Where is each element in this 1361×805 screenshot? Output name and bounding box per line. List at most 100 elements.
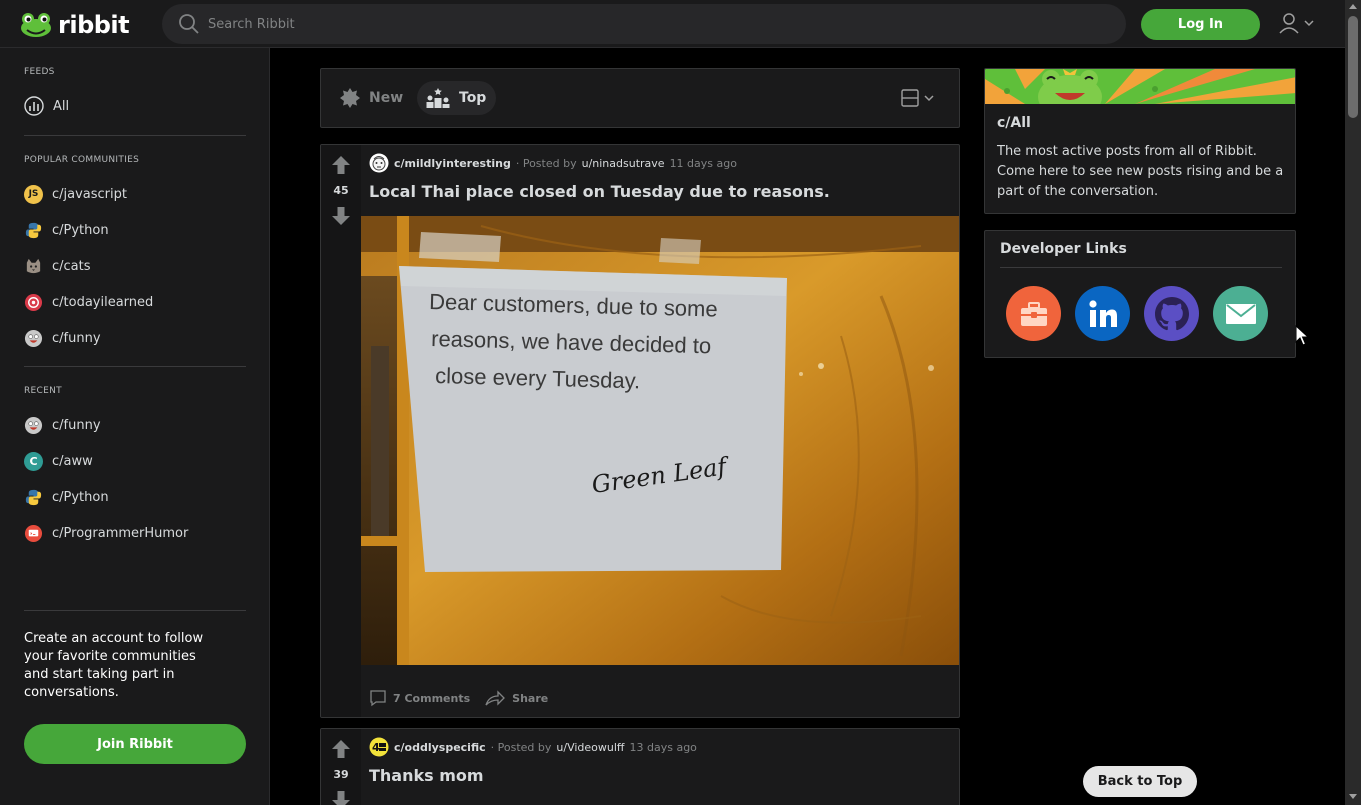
sidebar-item-todayilearned[interactable]: c/todayilearned <box>24 292 153 312</box>
sort-bar: New Top <box>320 68 960 128</box>
post-timestamp: 13 days ago <box>629 740 697 754</box>
sidebar-item-recent-python[interactable]: c/Python <box>24 487 109 507</box>
search-input[interactable] <box>208 16 1088 32</box>
linkedin-icon <box>1088 299 1117 327</box>
user-menu-button[interactable] <box>1278 12 1315 34</box>
sidebar-divider <box>24 366 246 367</box>
email-icon <box>1225 303 1256 324</box>
linkedin-link[interactable] <box>1075 286 1130 341</box>
comments-button[interactable]: 7 Comments <box>369 689 470 707</box>
sidebar-item-label: c/Python <box>52 222 109 238</box>
scroll-thumb[interactable] <box>1348 16 1358 118</box>
sidebar-item-programmerhumor[interactable]: c/ProgrammerHumor <box>24 523 188 543</box>
funny-community-icon <box>24 416 43 434</box>
scroll-up-arrow-icon[interactable] <box>1349 4 1357 9</box>
javascript-community-icon: JS <box>24 184 43 204</box>
sort-top-button[interactable]: Top <box>417 81 497 115</box>
post-title[interactable]: Local Thai place closed on Tuesday due t… <box>369 182 830 201</box>
post-title[interactable]: Thanks mom <box>369 766 484 785</box>
mildlyinteresting-community-icon[interactable] <box>369 153 389 173</box>
comments-label: 7 Comments <box>393 691 471 705</box>
sidebar-item-recent-funny[interactable]: c/funny <box>24 415 101 435</box>
python-community-icon <box>25 489 42 505</box>
sidebar-item-label: All <box>53 98 70 114</box>
recent-section-title: RECENT <box>24 386 62 396</box>
developer-links-title: Developer Links <box>1000 241 1127 257</box>
about-description: The most active posts from all of Ribbit… <box>997 144 1284 199</box>
share-icon <box>485 690 506 706</box>
post-image[interactable]: Dear customers, due to some reasons, we … <box>361 216 959 665</box>
left-sidebar: FEEDS All POPULAR COMMUNITIES JS c/javas… <box>0 48 270 805</box>
feeds-section-title: FEEDS <box>24 67 55 77</box>
all-feed-icon <box>24 96 44 116</box>
post-card[interactable]: 45 c/mildlyinteresting · Posted by u/nin… <box>320 144 960 718</box>
github-icon <box>1154 296 1189 330</box>
ribbit-logo[interactable]: ribbit <box>20 12 130 38</box>
sidebar-item-python[interactable]: c/Python <box>24 220 109 240</box>
portfolio-icon <box>1020 301 1047 326</box>
login-button[interactable]: Log In <box>1141 9 1260 40</box>
posted-by-prefix: · Posted by <box>490 740 552 754</box>
scroll-down-arrow-icon[interactable] <box>1349 794 1357 799</box>
svg-text:4: 4 <box>372 741 380 754</box>
funny-community-icon <box>24 329 43 347</box>
sidebar-item-label: c/cats <box>52 258 91 274</box>
top-header: ribbit Log In <box>0 0 1345 48</box>
vote-count: 39 <box>333 768 349 781</box>
downvote-arrow-icon[interactable] <box>331 206 351 226</box>
podium-top-icon <box>426 88 450 108</box>
portfolio-link[interactable] <box>1006 286 1061 341</box>
post-card[interactable]: 39 4 c/oddlyspecific · Posted by u/Video… <box>320 728 960 805</box>
post-subreddit-link[interactable]: c/oddlyspecific <box>394 741 486 754</box>
vote-column: 39 <box>321 729 361 805</box>
sidebar-item-label: c/ProgrammerHumor <box>52 525 189 541</box>
oddlyspecific-community-icon[interactable]: 4 <box>369 737 389 757</box>
upvote-arrow-icon[interactable] <box>331 739 351 759</box>
search-bar[interactable] <box>162 4 1126 44</box>
popular-section-title: POPULAR COMMUNITIES <box>24 155 140 165</box>
chevron-down-icon <box>1304 20 1314 27</box>
upvote-arrow-icon[interactable] <box>331 155 351 175</box>
share-label: Share <box>512 691 549 705</box>
post-timestamp: 11 days ago <box>669 156 737 170</box>
sidebar-item-all[interactable]: All <box>24 96 69 116</box>
share-button[interactable]: Share <box>484 689 548 707</box>
sort-new-button[interactable]: New <box>339 87 403 109</box>
sidebar-item-label: c/funny <box>52 417 101 433</box>
join-ribbit-button[interactable]: Join Ribbit <box>24 724 246 764</box>
signup-cta-text: Create an account to follow your favorit… <box>24 631 204 700</box>
downvote-arrow-icon[interactable] <box>331 790 351 805</box>
sidebar-item-funny[interactable]: c/funny <box>24 328 101 348</box>
programmerhumor-community-icon <box>24 524 43 542</box>
sidebar-item-cats[interactable]: c/cats <box>24 256 91 276</box>
view-layout-dropdown[interactable] <box>901 89 935 107</box>
github-link[interactable] <box>1144 286 1199 341</box>
post-subreddit-link[interactable]: c/mildlyinteresting <box>394 157 511 170</box>
sidebar-item-label: c/aww <box>52 453 93 469</box>
back-to-top-button[interactable]: Back to Top <box>1083 766 1197 797</box>
post-author-link[interactable]: u/ninadsutrave <box>582 157 665 170</box>
sort-new-label: New <box>369 90 404 106</box>
post-meta: c/mildlyinteresting · Posted by u/ninads… <box>369 153 737 173</box>
sort-top-label: Top <box>459 90 487 106</box>
vote-column: 45 <box>321 145 361 717</box>
developer-links-divider <box>1000 267 1282 268</box>
card-layout-icon <box>901 89 919 107</box>
frog-logo-icon <box>21 13 51 37</box>
sidebar-item-aww[interactable]: C c/aww <box>24 451 93 471</box>
sidebar-item-javascript[interactable]: JS c/javascript <box>24 184 127 204</box>
post-author-link[interactable]: u/Videowulff <box>556 741 624 754</box>
post-actions: 7 Comments Share <box>369 689 548 707</box>
sidebar-item-label: c/Python <box>52 489 109 505</box>
cat-community-icon <box>26 258 41 273</box>
sidebar-divider <box>24 610 246 611</box>
about-title: c/All <box>997 115 1031 131</box>
sidebar-divider <box>24 135 246 136</box>
aww-community-icon: C <box>24 451 43 471</box>
frog-banner-image <box>985 69 1295 104</box>
user-icon <box>1279 13 1299 34</box>
python-community-icon <box>25 222 42 238</box>
todayilearned-community-icon <box>24 293 43 311</box>
page-scrollbar[interactable] <box>1345 0 1361 805</box>
email-link[interactable] <box>1213 286 1268 341</box>
